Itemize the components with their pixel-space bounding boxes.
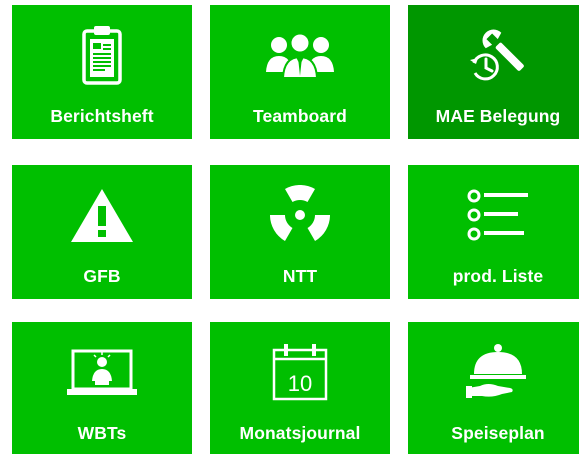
app-tile-grid: Berichtsheft Teamboard MAE Belegung GFB … [0,0,579,454]
tile-teamboard[interactable]: Teamboard [210,5,390,139]
tile-speiseplan[interactable]: Speiseplan [408,322,579,454]
tile-label: Teamboard [253,106,347,126]
tile-berichtsheft[interactable]: Berichtsheft [12,5,192,139]
team-icon [210,5,390,105]
tile-label: GFB [83,266,121,286]
tile-label: Speiseplan [451,423,545,443]
tile-label: NTT [282,266,318,286]
serving-dish-icon [408,322,579,422]
tile-wbts[interactable]: WBTs [12,322,192,454]
tile-label: Monatsjournal [239,423,361,443]
tile-ntt[interactable]: NTT [210,165,390,299]
radiation-icon [210,165,390,265]
tile-gfb[interactable]: GFB [12,165,192,299]
tile-label: prod. Liste [452,266,544,286]
tile-label: WBTs [77,423,127,443]
clipboard-icon [12,5,192,105]
tile-mae-belegung[interactable]: MAE Belegung [408,5,579,139]
tile-prod-liste[interactable]: prod. Liste [408,165,579,299]
tile-monatsjournal[interactable]: 10 Monatsjournal [210,322,390,454]
wrench-clock-icon [408,5,579,105]
laptop-person-icon [12,322,192,422]
tile-label: Berichtsheft [50,106,154,126]
calendar-icon: 10 [210,322,390,422]
warning-icon [12,165,192,265]
list-icon [408,165,579,265]
tile-label: MAE Belegung [435,106,561,126]
calendar-day-number: 10 [288,371,312,396]
